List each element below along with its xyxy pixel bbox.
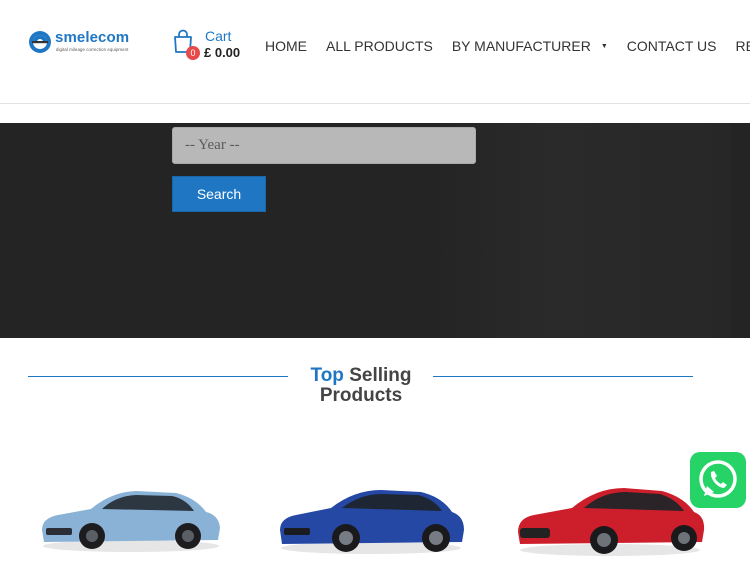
product-image-2[interactable] bbox=[276, 484, 466, 556]
section-title-rest: Selling bbox=[349, 365, 412, 386]
caret-down-icon: ▼ bbox=[600, 42, 608, 50]
section-title-line2: Products bbox=[319, 385, 403, 406]
site-logo[interactable]: smelecom digital mileage correction equi… bbox=[28, 28, 148, 58]
nav-item-label: ALL PRODUCTS bbox=[326, 38, 433, 54]
logo-name: smelecom bbox=[55, 29, 130, 46]
cart-count-badge: 0 bbox=[186, 46, 200, 60]
year-select[interactable]: -- Year -- bbox=[172, 127, 476, 164]
site-header: smelecom digital mileage correction equi… bbox=[0, 0, 750, 104]
search-button[interactable]: Search bbox=[172, 176, 266, 212]
logo-tagline: digital mileage correction equipment bbox=[56, 47, 129, 52]
nav-item-contact-us[interactable]: CONTACT US bbox=[627, 38, 717, 54]
section-title: Top Selling Products bbox=[288, 366, 434, 406]
cart-label: Cart bbox=[205, 28, 232, 44]
cart-total: £ 0.00 bbox=[204, 45, 241, 60]
product-image-1[interactable] bbox=[36, 484, 222, 554]
nav-item-register[interactable]: REGISTER bbox=[735, 38, 750, 54]
whatsapp-button[interactable] bbox=[690, 452, 746, 508]
nav-item-label: REGISTER bbox=[735, 38, 750, 54]
search-button-label: Search bbox=[196, 186, 242, 202]
nav-item-label: CONTACT US bbox=[626, 38, 717, 54]
nav-item-all-products[interactable]: ALL PRODUCTS bbox=[326, 38, 433, 54]
hero-search-band: -- Year -- Search bbox=[0, 123, 750, 338]
nav-item-home[interactable]: HOME bbox=[265, 38, 307, 54]
section-title-accent: Top bbox=[310, 365, 344, 386]
logo-mark-icon bbox=[29, 31, 51, 53]
nav-item-by-manufacturer[interactable]: BY MANUFACTURER ▼ bbox=[452, 38, 608, 54]
year-select-placeholder: -- Year -- bbox=[185, 137, 240, 153]
cart-widget[interactable]: 0 Cart £ 0.00 bbox=[172, 28, 252, 64]
heading-divider-right bbox=[433, 376, 693, 377]
heading-divider-left bbox=[28, 376, 288, 377]
whatsapp-icon bbox=[699, 460, 737, 498]
nav-item-label: BY MANUFACTURER bbox=[451, 38, 591, 54]
main-nav: HOME ALL PRODUCTS BY MANUFACTURER ▼ CONT… bbox=[265, 38, 750, 54]
product-image-3[interactable] bbox=[514, 482, 706, 558]
nav-item-label: HOME bbox=[265, 38, 307, 54]
